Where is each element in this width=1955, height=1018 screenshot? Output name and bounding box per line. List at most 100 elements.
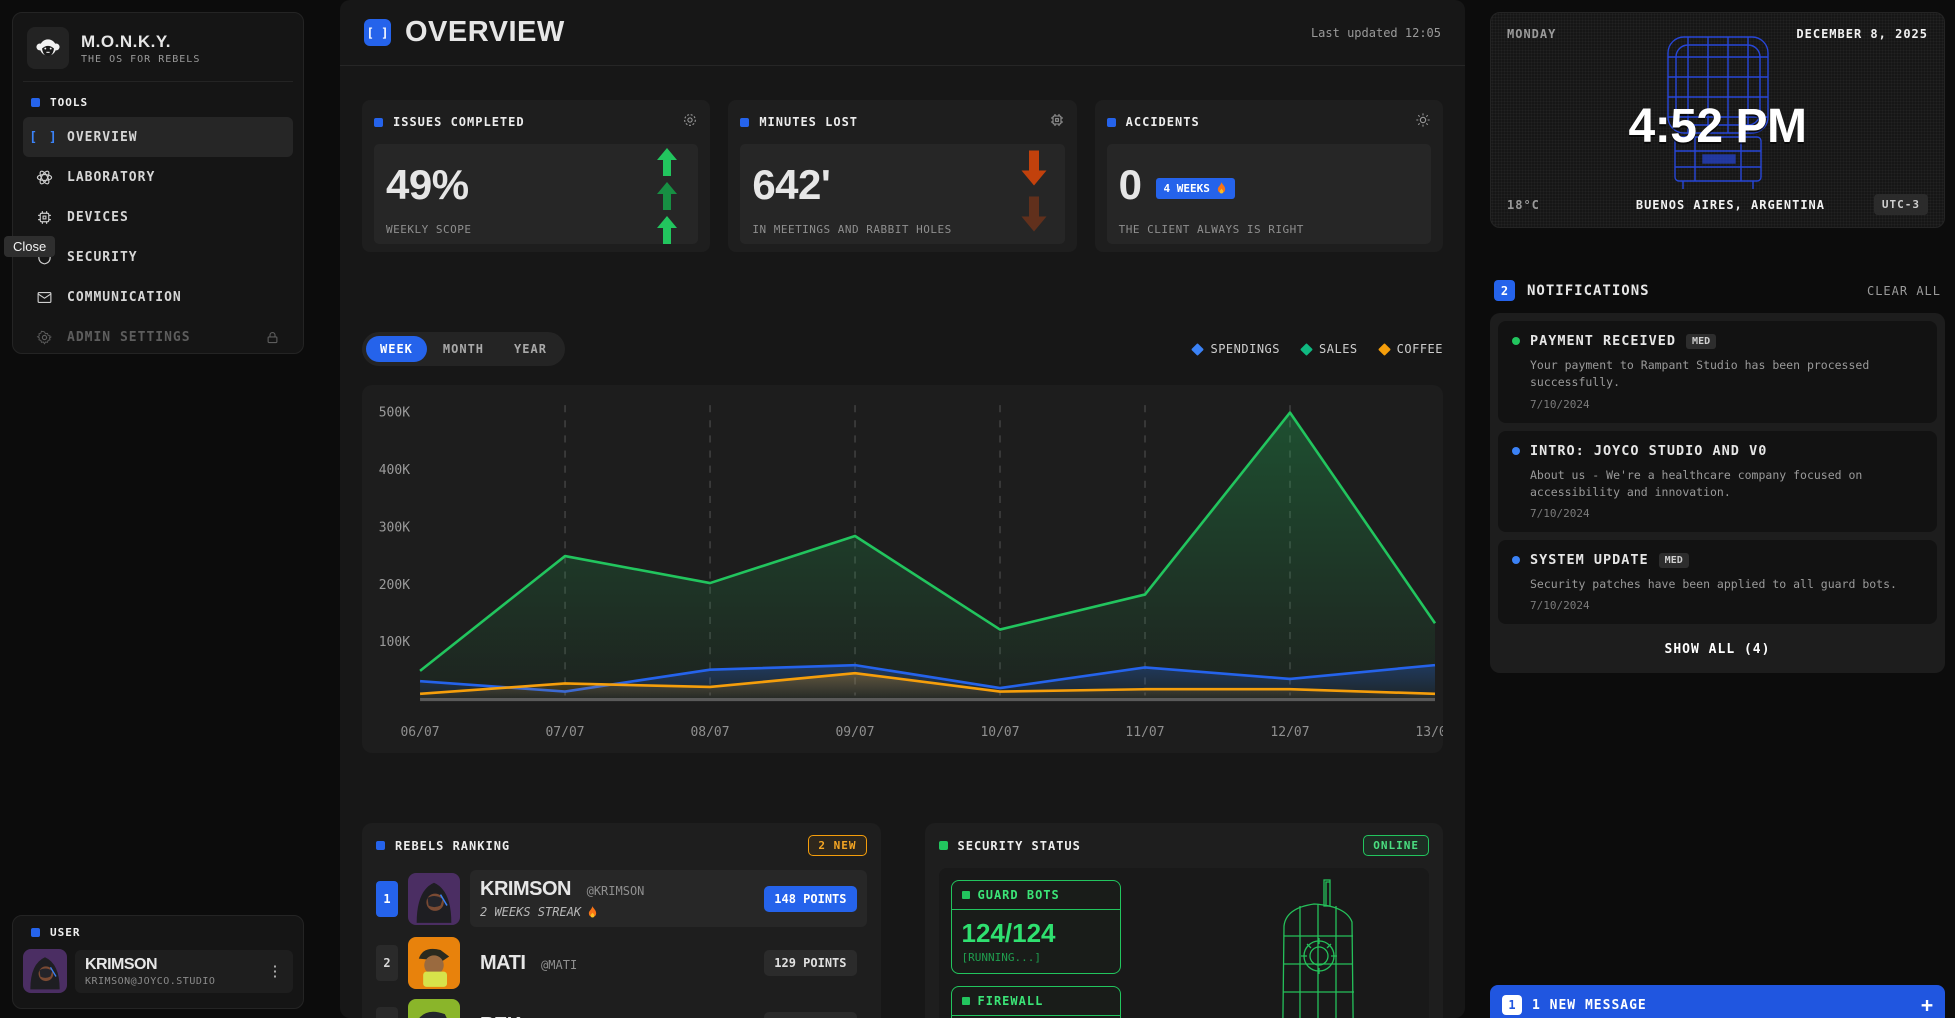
sidebar-tools-card: M.O.N.K.Y. THE OS FOR REBELS TOOLS [ ] O… — [12, 12, 304, 354]
ranking-title: REBELS RANKING — [395, 839, 510, 853]
security-title: SECURITY STATUS — [958, 839, 1081, 853]
brand-name: M.O.N.K.Y. — [81, 32, 200, 52]
blue-square-bullet — [374, 118, 383, 127]
clock-date: DECEMBER 8, 2025 — [1796, 27, 1928, 41]
gear-icon[interactable] — [682, 112, 698, 132]
user-section-label: USER — [23, 924, 293, 943]
rank-handle: @KRIMSON — [587, 884, 645, 898]
stat-value: 642' — [752, 162, 1052, 208]
main-header: [ ] OVERVIEW Last updated 12:05 — [340, 0, 1465, 66]
diamond-icon — [1378, 343, 1391, 356]
new-message-bar[interactable]: 1 1 NEW MESSAGE + — [1490, 985, 1945, 1018]
rank-streak: 2 WEEKS STREAK — [480, 905, 764, 919]
message-label: 1 NEW MESSAGE — [1532, 998, 1647, 1013]
streak-weeks-badge: 4 WEEKS — [1156, 178, 1235, 199]
chip-icon[interactable] — [1049, 112, 1065, 132]
stat-body: 0 4 WEEKS THE CLIENT ALWAYS IS RIGHT — [1107, 144, 1431, 244]
user-email: KRIMSON@JOYCO.STUDIO — [85, 976, 267, 987]
sun-gear-icon[interactable] — [1415, 112, 1431, 132]
ranking-list: 1 — [376, 870, 867, 1018]
fire-icon — [587, 906, 598, 919]
ranking-row-1[interactable]: 1 — [376, 870, 867, 927]
clock-time: 4:52 PM — [1491, 99, 1944, 154]
brand-text: M.O.N.K.Y. THE OS FOR REBELS — [81, 32, 200, 65]
firewall-label: FIREWALL — [978, 994, 1044, 1008]
tab-month[interactable]: MONTH — [429, 336, 498, 362]
sidebar-item-devices[interactable]: DEVICES — [23, 197, 293, 237]
tab-week[interactable]: WEEK — [366, 336, 427, 362]
sidebar-item-label: LABORATORY — [67, 170, 155, 185]
sidebar-user-card: USER KRIMSON KRIMSON@JOYCO.STUDIO — [12, 915, 304, 1009]
stat-title: ACCIDENTS — [1126, 115, 1200, 129]
stat-subtitle: THE CLIENT ALWAYS IS RIGHT — [1119, 223, 1304, 236]
legend-coffee: COFFEE — [1380, 342, 1443, 356]
stat-body: 642' IN MEETINGS AND RABBIT HOLES — [740, 144, 1064, 244]
bottom-row: REBELS RANKING 2 NEW 1 — [362, 823, 1443, 1018]
range-tab-group: WEEK MONTH YEAR — [362, 332, 565, 366]
blue-square-bullet — [376, 841, 385, 850]
trend-up-arrows-icon — [652, 144, 682, 244]
brand-tagline: THE OS FOR REBELS — [81, 54, 200, 65]
monky-dashboard: M.O.N.K.Y. THE OS FOR REBELS TOOLS [ ] O… — [0, 0, 1955, 1018]
stat-card-issues-completed: ISSUES COMPLETED 49% WEEKLY SCOPE — [362, 100, 710, 252]
guard-bot-wireframe-icon — [1264, 876, 1374, 1018]
notifications-title: NOTIFICATIONS — [1527, 283, 1650, 299]
kebab-menu-icon[interactable]: ⋮ — [267, 962, 283, 980]
sidebar-item-admin-settings: ADMIN SETTINGS — [23, 317, 293, 357]
security-body: GUARD BOTS 124/124 [RUNNING...] FIREWALL… — [939, 868, 1430, 1018]
clock-day: MONDAY — [1507, 27, 1556, 41]
clear-all-button[interactable]: CLEAR ALL — [1867, 284, 1941, 298]
sidebar-item-security[interactable]: SECURITY — [23, 237, 293, 277]
status-dot — [1512, 556, 1520, 564]
blue-square-bullet — [1107, 118, 1116, 127]
online-badge: ONLINE — [1363, 835, 1429, 856]
rank-avatar — [408, 937, 460, 989]
sidebar-item-laboratory[interactable]: LABORATORY — [23, 157, 293, 197]
rank-name: MATI — [480, 952, 525, 974]
sidebar-menu: [ ] OVERVIEW LABORATORY — [23, 117, 293, 357]
sidebar-item-overview[interactable]: [ ] OVERVIEW — [23, 117, 293, 157]
stat-value: 49% — [386, 162, 686, 208]
rank-number: 3 — [376, 1007, 398, 1018]
points-badge: 148 POINTS — [764, 886, 856, 912]
show-all-button[interactable]: SHOW ALL (4) — [1498, 632, 1937, 665]
notification-system-update[interactable]: SYSTEM UPDATE MED Security patches have … — [1498, 540, 1937, 624]
rank-name: KRIMSON — [480, 878, 571, 900]
points-badge: 129 POINTS — [764, 950, 856, 976]
trend-down-arrows-icon — [1019, 144, 1049, 244]
svg-text:400K: 400K — [379, 463, 410, 478]
atom-icon — [35, 168, 53, 186]
legend-sales: SALES — [1302, 342, 1358, 356]
notifications-count-badge: 2 — [1494, 280, 1515, 301]
notification-title: SYSTEM UPDATE — [1530, 552, 1649, 568]
ranking-row-3[interactable]: 3 REK — [376, 999, 867, 1018]
blue-square-bullet — [31, 928, 40, 937]
svg-text:100K: 100K — [379, 635, 410, 650]
sidebar-item-label: ADMIN SETTINGS — [67, 330, 191, 345]
stat-card-minutes-lost: MINUTES LOST 642' IN MEETINGS AND RABBIT… — [728, 100, 1076, 252]
area-chart[interactable]: 100K200K300K400K500K06/0707/0708/0709/07… — [362, 385, 1443, 753]
clock-temperature: 18°C — [1507, 198, 1587, 212]
guard-bots-box: GUARD BOTS 124/124 [RUNNING...] — [951, 880, 1121, 974]
tools-label-text: TOOLS — [50, 96, 88, 109]
plus-icon[interactable]: + — [1921, 993, 1933, 1017]
sidebar-item-communication[interactable]: COMMUNICATION — [23, 277, 293, 317]
ranking-row-2[interactable]: 2 MATI — [376, 937, 867, 989]
blue-square-bullet — [740, 118, 749, 127]
tab-year[interactable]: YEAR — [500, 336, 561, 362]
priority-badge: MED — [1659, 553, 1689, 568]
stat-value: 0 — [1119, 162, 1142, 208]
svg-text:13/07: 13/07 — [1415, 725, 1443, 740]
blue-square-bullet — [31, 98, 40, 107]
svg-text:07/07: 07/07 — [545, 725, 584, 740]
notification-intro-joyco[interactable]: INTRO: JOYCO STUDIO AND V0 About us - We… — [1498, 431, 1937, 533]
clock-location: BUENOS AIRES, ARGENTINA — [1587, 198, 1874, 212]
sidebar-item-label: DEVICES — [67, 210, 129, 225]
notification-payment-received[interactable]: PAYMENT RECEIVED MED Your payment to Ram… — [1498, 321, 1937, 423]
svg-text:09/07: 09/07 — [835, 725, 874, 740]
stat-subtitle: WEEKLY SCOPE — [386, 223, 471, 236]
rebels-ranking-card: REBELS RANKING 2 NEW 1 — [362, 823, 881, 1018]
green-square-bullet — [939, 841, 948, 850]
main-panel: [ ] OVERVIEW Last updated 12:05 ISSUES C… — [340, 0, 1465, 1018]
notification-description: Security patches have been applied to al… — [1530, 576, 1923, 593]
